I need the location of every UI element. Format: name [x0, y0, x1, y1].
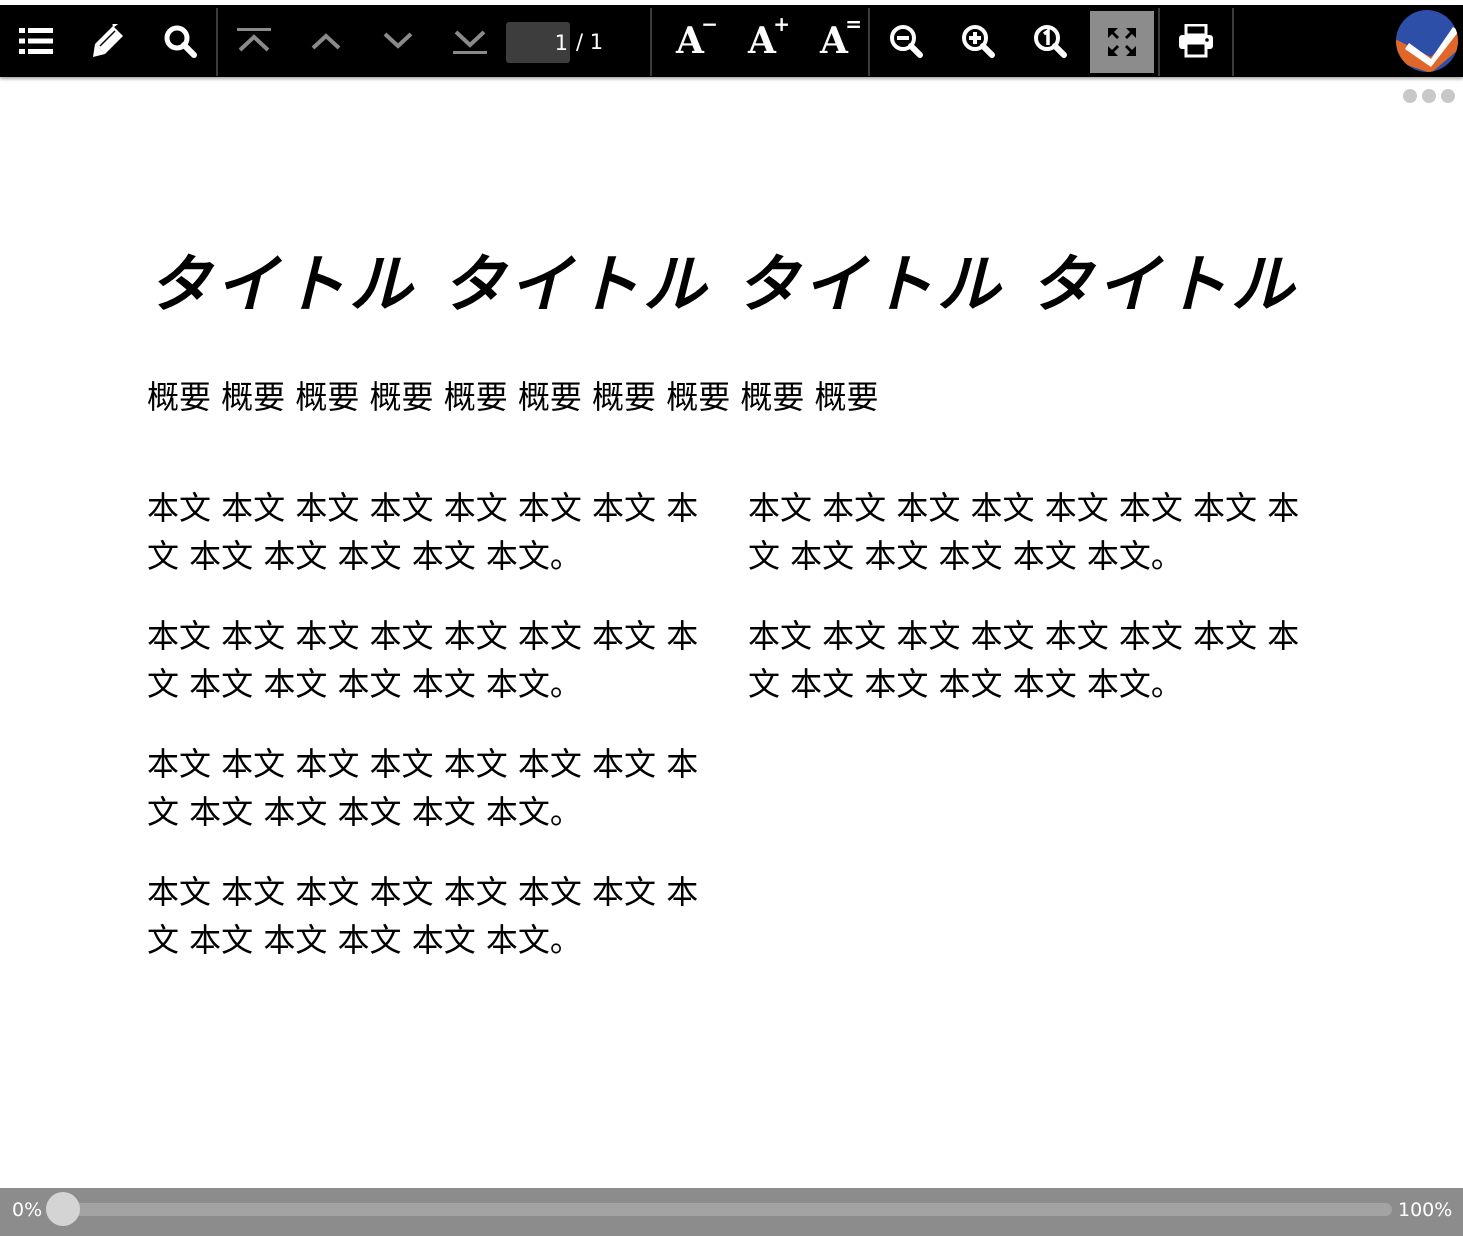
font-reset-button[interactable]: A =	[802, 9, 866, 73]
fullscreen-icon	[1108, 28, 1136, 56]
progress-start-label: 0%	[12, 1199, 43, 1221]
next-page-button[interactable]	[366, 9, 430, 73]
pen-icon	[93, 24, 123, 57]
search-button[interactable]	[148, 9, 212, 73]
font-increase-icon: A +	[748, 12, 790, 62]
page-number-input[interactable]: 1	[506, 22, 570, 63]
chevron-up-icon	[311, 33, 341, 50]
last-page-icon	[453, 30, 487, 54]
list-icon	[19, 28, 53, 54]
body-paragraph: 本文 本文 本文 本文 本文 本文 本文 本文 本文 本文 本文 本文 本文。	[147, 617, 699, 703]
page-total: / 1	[576, 30, 604, 54]
app-logo	[1395, 9, 1459, 73]
body-paragraph: 本文 本文 本文 本文 本文 本文 本文 本文 本文 本文 本文 本文 本文。	[748, 617, 1300, 703]
toolbar-separator	[868, 8, 870, 76]
left-column: 本文 本文 本文 本文 本文 本文 本文 本文 本文 本文 本文 本文 本文。 …	[147, 484, 727, 996]
last-page-button[interactable]	[438, 9, 502, 73]
font-reset-icon: A =	[820, 12, 862, 62]
annotate-button[interactable]	[76, 9, 140, 73]
first-page-button[interactable]	[222, 9, 286, 73]
chevron-down-icon	[383, 32, 413, 49]
zoom-in-button[interactable]	[946, 9, 1010, 73]
progress-track[interactable]	[54, 1203, 1392, 1216]
more-options-icon[interactable]	[1402, 88, 1456, 104]
font-decrease-button[interactable]: A −	[658, 9, 722, 73]
zoom-out-icon	[890, 25, 923, 58]
first-page-icon	[237, 28, 271, 52]
font-increase-button[interactable]: A +	[730, 9, 794, 73]
print-button[interactable]	[1164, 9, 1228, 73]
toolbar: 1 / 1 A − A + A =	[0, 5, 1463, 77]
progress-end-label: 100%	[1398, 1199, 1453, 1221]
toolbar-separator	[1158, 8, 1160, 76]
previous-page-button[interactable]	[294, 9, 358, 73]
right-column: 本文 本文 本文 本文 本文 本文 本文 本文 本文 本文 本文 本文 本文。 …	[748, 484, 1328, 740]
actual-size-icon	[1034, 25, 1067, 58]
table-of-contents-button[interactable]	[4, 9, 68, 73]
document-summary: 概要 概要 概要 概要 概要 概要 概要 概要 概要 概要	[147, 378, 879, 416]
actual-size-button[interactable]	[1018, 9, 1082, 73]
reading-progress-bar: 0% 100%	[0, 1188, 1463, 1236]
document-title: タイトル タイトル タイトル タイトル	[148, 247, 1298, 321]
fit-page-button[interactable]	[1090, 11, 1154, 73]
body-paragraph: 本文 本文 本文 本文 本文 本文 本文 本文 本文 本文 本文 本文 本文。	[147, 489, 699, 575]
body-paragraph: 本文 本文 本文 本文 本文 本文 本文 本文 本文 本文 本文 本文 本文。	[147, 745, 699, 831]
toolbar-separator	[1232, 8, 1234, 76]
zoom-out-button[interactable]	[874, 9, 938, 73]
search-icon	[164, 25, 197, 58]
print-icon	[1179, 24, 1213, 58]
toolbar-separator	[216, 8, 218, 76]
zoom-in-icon	[962, 25, 995, 58]
page-current: 1	[554, 30, 568, 55]
font-decrease-icon: A −	[676, 12, 718, 62]
body-paragraph: 本文 本文 本文 本文 本文 本文 本文 本文 本文 本文 本文 本文 本文。	[147, 873, 699, 959]
toolbar-separator	[650, 8, 652, 76]
body-paragraph: 本文 本文 本文 本文 本文 本文 本文 本文 本文 本文 本文 本文 本文。	[748, 489, 1300, 575]
progress-slider-thumb[interactable]	[46, 1192, 80, 1226]
